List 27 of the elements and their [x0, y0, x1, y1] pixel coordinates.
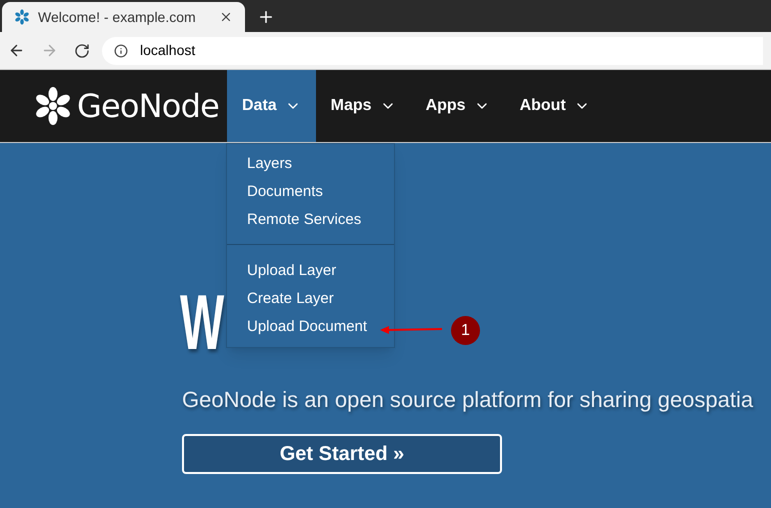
url-text: localhost: [140, 41, 196, 60]
tab-favicon-icon: [14, 9, 30, 25]
reload-icon[interactable]: [74, 42, 90, 58]
info-icon: [114, 44, 128, 58]
nav-menu-item[interactable]: About: [504, 70, 605, 142]
dropdown-item[interactable]: Create Layer: [227, 285, 394, 313]
dropdown-item[interactable]: Layers: [227, 150, 394, 178]
tab-title: Welcome! - example.com: [38, 8, 197, 27]
brand-name: GeoNode: [77, 86, 219, 127]
logo-icon: [33, 86, 73, 126]
nav-menu-item[interactable]: Apps: [410, 70, 505, 142]
back-icon[interactable]: [8, 42, 25, 59]
dropdown-item[interactable]: Documents: [227, 178, 394, 206]
address-field[interactable]: localhost: [102, 36, 763, 64]
close-icon[interactable]: [219, 10, 233, 24]
nav-menu-item[interactable]: Maps: [316, 70, 411, 142]
step-badge: 1: [451, 316, 480, 345]
new-tab-icon[interactable]: [257, 8, 275, 26]
get-started-button[interactable]: Get Started »: [182, 434, 502, 474]
dropdown-item[interactable]: Upload Layer: [227, 257, 394, 285]
nav-menu-item[interactable]: Data: [226, 70, 316, 142]
dropdown-item[interactable]: Upload Document: [227, 313, 394, 341]
browser-tab[interactable]: Welcome! - example.com: [2, 2, 245, 32]
arrow-icon: [380, 324, 442, 336]
dropdown-item[interactable]: Remote Services: [227, 206, 394, 234]
welcome-heading: W: [180, 283, 224, 361]
hero-text: GeoNode is an open source platform for sharing geospatia: [182, 386, 754, 414]
